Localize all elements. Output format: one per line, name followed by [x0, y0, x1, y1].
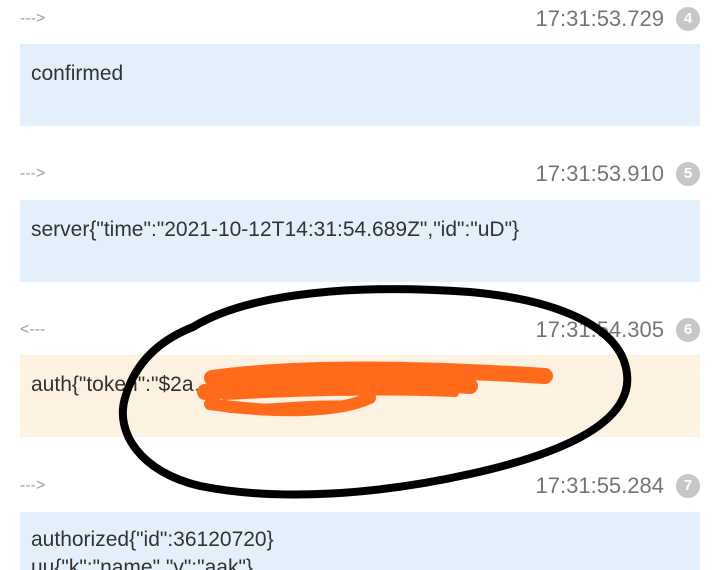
message-timestamp: 17:31:55.284: [535, 473, 664, 498]
message-body[interactable]: auth{"token":"$2a……ao.stw8u"}: [20, 355, 700, 437]
message-body[interactable]: server{"time":"2021-10-12T14:31:54.689Z"…: [20, 200, 700, 282]
message-log: ---> 17:31:53.729 4 confirmed ---> 17:31…: [0, 0, 720, 570]
message-header: ---> 17:31:53.910 5: [20, 157, 700, 191]
message-text: uu{"k":"name","v":"aak"}: [31, 556, 253, 570]
message-text: auth{"token":"$2a……ao.stw8u"}: [31, 373, 335, 396]
message-index-badge: 6: [676, 318, 700, 342]
message-timestamp: 17:31:53.910: [535, 161, 664, 186]
direction-outgoing-icon: --->: [20, 165, 46, 182]
message-body[interactable]: confirmed: [20, 44, 700, 126]
message-text: authorized{"id":36120720}: [31, 528, 274, 551]
direction-incoming-icon: <---: [20, 321, 46, 338]
message-timestamp: 17:31:54.305: [535, 317, 664, 342]
message-text: server{"time":"2021-10-12T14:31:54.689Z"…: [31, 218, 520, 241]
message-header: ---> 17:31:55.284 7: [20, 469, 700, 503]
message-text: confirmed: [31, 62, 124, 85]
message-body[interactable]: authorized{"id":36120720} uu{"k":"name",…: [20, 512, 700, 570]
direction-outgoing-icon: --->: [20, 477, 46, 494]
message-timestamp: 17:31:53.729: [535, 6, 664, 31]
message-index-badge: 4: [676, 7, 700, 31]
message-index-badge: 7: [676, 474, 700, 498]
message-index-badge: 5: [676, 162, 700, 186]
message-header: <--- 17:31:54.305 6: [20, 313, 700, 347]
direction-outgoing-icon: --->: [20, 10, 46, 27]
message-header: ---> 17:31:53.729 4: [20, 2, 700, 36]
